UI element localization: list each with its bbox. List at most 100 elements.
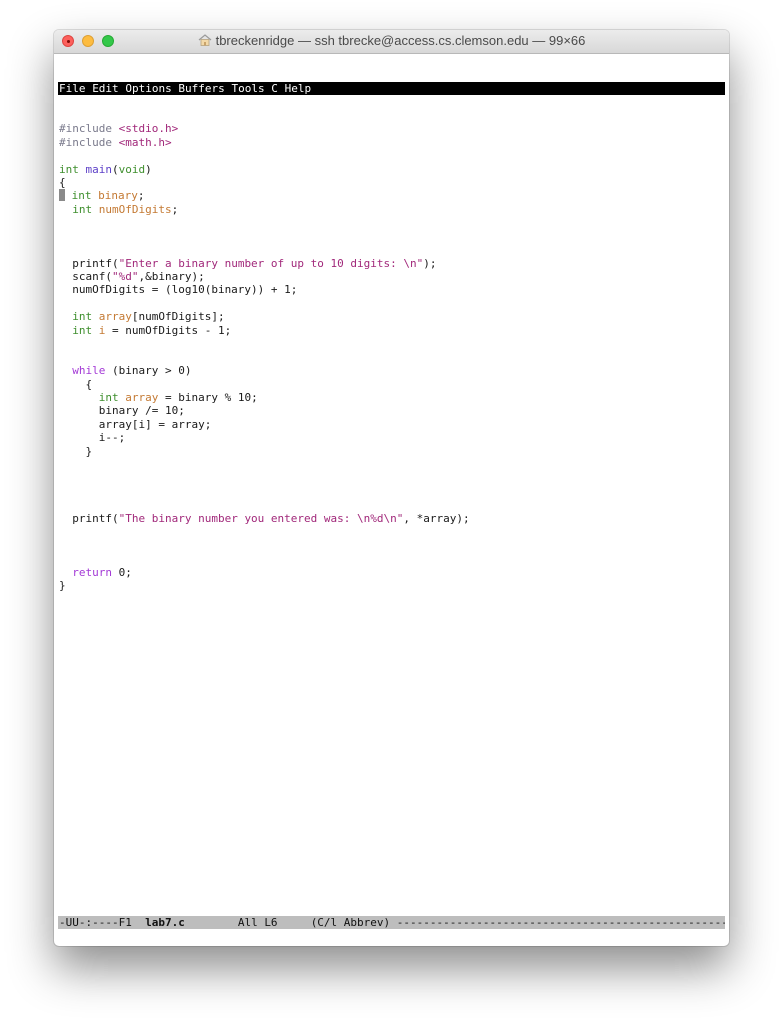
menu-item-file[interactable]: File: [59, 82, 86, 95]
editor-buffer[interactable]: #include <stdio.h> #include <math.h> int m…: [58, 122, 725, 592]
code-line: while (binary > 0): [59, 364, 725, 377]
code-token: {: [59, 175, 66, 189]
code-token: ): [145, 162, 152, 176]
code-token: numOfDigits = (log10(binary)) + 1;: [59, 283, 298, 297]
code-token: int: [59, 162, 86, 176]
code-token: <stdio.h>: [118, 122, 179, 136]
code-token: #include: [59, 135, 119, 149]
modeline-mode: (C/l Abbrev): [310, 916, 397, 929]
window-title-container: tbreckenridge — ssh tbrecke@access.cs.cl…: [54, 33, 729, 48]
code-token: [numOfDigits];: [131, 310, 225, 324]
emacs-modeline: -UU-:----F1 lab7.c All L6 (C/l Abbrev) -…: [58, 916, 725, 930]
code-token: ;: [137, 189, 145, 203]
code-line: }: [59, 445, 725, 458]
code-line: scanf("%d",&binary);: [59, 270, 725, 283]
code-token: "%d": [111, 270, 139, 283]
code-token: int: [72, 310, 99, 324]
code-token: (binary > 0): [105, 364, 192, 378]
code-token: int: [71, 189, 99, 203]
code-line: int numOfDigits;: [59, 203, 725, 216]
code-line: printf("Enter a binary number of up to 1…: [59, 257, 725, 270]
code-token: #include: [59, 122, 119, 136]
code-token: numOfDigits: [98, 202, 172, 216]
menu-item-c[interactable]: C: [271, 82, 278, 95]
code-token: 0;: [112, 565, 132, 579]
code-line: #include <math.h>: [59, 136, 725, 149]
code-token: scanf(: [59, 270, 112, 283]
code-line: int array[numOfDigits];: [59, 310, 725, 323]
code-token: "Enter a binary number of up to 10 digit…: [118, 256, 424, 270]
modeline-buffer-name: lab7.c: [145, 916, 185, 929]
code-token: int: [98, 390, 126, 404]
code-token: ,&binary);: [138, 270, 205, 283]
emacs-menubar: File Edit Options Buffers Tools C Help: [58, 81, 725, 96]
code-token: <math.h>: [118, 135, 172, 149]
menu-item-tools[interactable]: Tools: [231, 82, 264, 95]
code-line: int main(void): [59, 163, 725, 176]
code-token: while: [72, 364, 106, 378]
code-line: printf("The binary number you entered wa…: [59, 512, 725, 525]
menu-item-options[interactable]: Options: [125, 82, 171, 95]
modeline-position: All L6: [184, 916, 311, 929]
terminal-window: tbreckenridge — ssh tbrecke@access.cs.cl…: [54, 30, 729, 946]
code-token: ;: [171, 202, 179, 216]
code-line: int array = binary % 10;: [59, 391, 725, 404]
code-line: {: [59, 176, 725, 189]
code-token: (: [112, 162, 119, 176]
title-bar[interactable]: tbreckenridge — ssh tbrecke@access.cs.cl…: [54, 30, 729, 54]
menu-item-buffers[interactable]: Buffers: [178, 82, 224, 95]
code-token: main: [85, 162, 113, 176]
window-title: tbreckenridge — ssh tbrecke@access.cs.cl…: [215, 33, 586, 48]
code-token: = binary % 10;: [158, 390, 258, 404]
code-token: array: [98, 310, 132, 324]
code-token: {: [59, 377, 93, 391]
code-line: int i = numOfDigits - 1;: [59, 324, 725, 337]
code-line: return 0;: [59, 566, 725, 579]
code-token: }: [59, 579, 66, 593]
terminal-content[interactable]: File Edit Options Buffers Tools C Help #includ…: [58, 55, 725, 946]
code-token: binary: [98, 189, 138, 203]
code-line: int binary;: [59, 189, 725, 202]
code-token: array: [125, 390, 159, 404]
code-token: printf(: [59, 511, 119, 525]
code-token: = numOfDigits - 1;: [105, 323, 232, 337]
code-token: int: [72, 323, 99, 337]
code-line: #include <stdio.h>: [59, 122, 725, 135]
code-token: void: [118, 162, 146, 176]
code-line: i--;: [59, 431, 725, 444]
code-token: return: [72, 565, 112, 579]
modeline-status: -UU-:----F1: [59, 916, 146, 929]
code-line: array[i] = array;: [59, 418, 725, 431]
code-token: "The binary number you entered was: \n%d…: [118, 511, 404, 525]
code-token: i--;: [59, 431, 126, 445]
code-token: printf(: [59, 256, 119, 270]
code-line: {: [59, 378, 725, 391]
home-icon: [198, 34, 212, 46]
menu-item-edit[interactable]: Edit: [92, 82, 119, 95]
menu-item-help[interactable]: Help: [285, 82, 312, 95]
code-line: }: [59, 579, 725, 592]
code-token: array[i] = array;: [59, 417, 212, 431]
code-token: }: [59, 444, 93, 458]
